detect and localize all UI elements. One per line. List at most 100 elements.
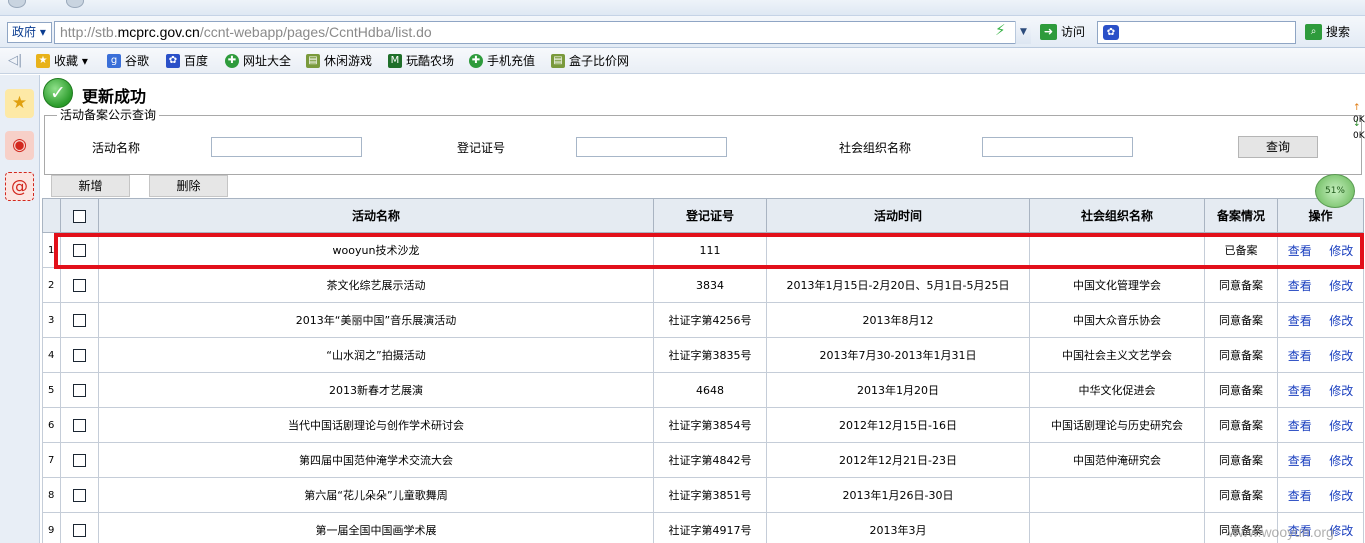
cell-select [60, 337, 99, 373]
fav-item-price[interactable]: ▤ 盒子比价网 [551, 52, 629, 70]
cell-org-name [1029, 232, 1205, 268]
cell-status: 同意备案 [1204, 337, 1278, 373]
cell-actions: 查看 修改 [1277, 442, 1364, 478]
cell-activity-time: 2013年3月 [766, 512, 1030, 543]
view-link[interactable]: 查看 [1288, 244, 1312, 258]
view-link[interactable]: 查看 [1288, 454, 1312, 468]
fav-item-recharge[interactable]: ✚ 手机充值 [469, 52, 535, 70]
row-checkbox[interactable] [73, 453, 86, 467]
cell-status: 同意备案 [1204, 267, 1278, 303]
row-checkbox[interactable] [73, 278, 86, 292]
table-row: 4 “山水润之”拍摄活动 社证字第3835号 2013年7月30-2013年1月31日… [42, 337, 1364, 373]
speed-mode-icon[interactable]: ⚡ [995, 22, 1009, 39]
side-panel: ★ ◉ @ [0, 75, 40, 543]
browser-forward-icon[interactable] [66, 0, 84, 8]
row-checkbox[interactable] [73, 243, 86, 257]
zone-dropdown[interactable]: 政府 ▾ [7, 22, 52, 43]
edit-link[interactable]: 修改 [1329, 489, 1353, 503]
page-icon: ▤ [551, 54, 565, 68]
edit-link[interactable]: 修改 [1329, 384, 1353, 398]
select-all-checkbox[interactable] [73, 209, 86, 223]
fav-item-google[interactable]: g 谷歌 [107, 52, 149, 70]
org-name-input[interactable] [982, 137, 1133, 157]
cell-org-name: 中国文化管理学会 [1029, 267, 1205, 303]
table-row: 8 第六届“花儿朵朵”儿童歌舞周 社证字第3851号 2013年1月26日-30日 同意… [42, 477, 1364, 513]
cell-activity-name: wooyun技术沙龙 [98, 232, 654, 268]
view-link[interactable]: 查看 [1288, 419, 1312, 433]
add-button[interactable]: 新增 [51, 175, 130, 197]
globe-icon: ✚ [469, 54, 483, 68]
cell-actions: 查看 修改 [1277, 372, 1364, 408]
url-history-dropdown[interactable]: ▼ [1015, 21, 1031, 44]
fav-item-sites[interactable]: ✚ 网址大全 [225, 52, 291, 70]
row-checkbox[interactable] [73, 348, 86, 362]
cell-select [60, 442, 99, 478]
search-input[interactable]: ✿ [1097, 21, 1296, 44]
row-checkbox[interactable] [73, 313, 86, 327]
edit-link[interactable]: 修改 [1329, 419, 1353, 433]
baidu-paw-icon[interactable]: ✿ [1103, 25, 1119, 40]
edit-link[interactable]: 修改 [1329, 349, 1353, 363]
browser-title-strip [0, 0, 1365, 16]
browser-back-icon[interactable] [8, 0, 26, 8]
table-row: 7 第四届中国范仲淹学术交流大会 社证字第4842号 2012年12月21日-23日中… [42, 442, 1364, 478]
cell-index: 1 [42, 232, 61, 268]
cell-activity-time: 2012年12月21日-23日 [766, 442, 1030, 478]
action-spacer [1312, 455, 1329, 468]
fav-label: 谷歌 [125, 54, 150, 68]
delete-button[interactable]: 删除 [149, 175, 228, 197]
edit-link[interactable]: 修改 [1329, 314, 1353, 328]
view-link[interactable]: 查看 [1288, 384, 1312, 398]
edit-link[interactable]: 修改 [1329, 454, 1353, 468]
reg-no-input[interactable] [576, 137, 727, 157]
view-link[interactable]: 查看 [1288, 314, 1312, 328]
cell-activity-name: 茶文化综艺展示活动 [98, 267, 654, 303]
favorites-star-icon[interactable]: ★ [5, 89, 34, 118]
network-speed-gauge[interactable]: 51% [1315, 174, 1355, 208]
go-button[interactable]: ➜ 访问 [1040, 22, 1085, 43]
cell-actions: 查看 修改 [1277, 407, 1364, 443]
row-checkbox[interactable] [73, 523, 86, 537]
action-spacer [1312, 315, 1329, 328]
view-link[interactable]: 查看 [1288, 349, 1312, 363]
cell-select [60, 302, 99, 338]
view-link[interactable]: 查看 [1288, 489, 1312, 503]
query-button[interactable]: 查询 [1238, 136, 1318, 158]
cell-reg-no: 社证字第3851号 [653, 477, 767, 513]
row-checkbox[interactable] [73, 488, 86, 502]
header-activity-name: 活动名称 [98, 198, 654, 233]
mail-icon[interactable]: @ [5, 172, 34, 201]
table-row: 6 当代中国话剧理论与创作学术研讨会 社证字第3854号 2012年12月15日-16… [42, 407, 1364, 443]
cell-activity-name: 2013年“美丽中国”音乐展演活动 [98, 302, 654, 338]
action-spacer [1312, 420, 1329, 433]
edit-link[interactable]: 修改 [1329, 279, 1353, 293]
row-checkbox[interactable] [73, 383, 86, 397]
header-actions: 操作 [1277, 198, 1364, 233]
fav-item-baidu[interactable]: ✿ 百度 [166, 52, 208, 70]
cell-actions: 查看 修改 [1277, 267, 1364, 303]
cell-reg-no: 社证字第4917号 [653, 512, 767, 543]
cell-select [60, 512, 99, 543]
view-link[interactable]: 查看 [1288, 279, 1312, 293]
activity-table: 活动名称 登记证号 活动时间 社会组织名称 备案情况 操作 1 wooyun技术沙… [42, 198, 1364, 543]
url-input[interactable]: http://stb.mcprc.gov.cn/ccnt-webapp/page… [54, 21, 1031, 44]
sidebar-toggle-icon[interactable]: ◁| [8, 53, 22, 68]
cell-index: 7 [42, 442, 61, 478]
activity-name-input[interactable] [211, 137, 362, 157]
search-button[interactable]: ⌕ 搜索 [1305, 22, 1350, 43]
cell-reg-no: 社证字第4842号 [653, 442, 767, 478]
go-arrow-icon: ➜ [1040, 24, 1057, 40]
fav-item-collect[interactable]: ★ 收藏 ▾ [36, 52, 88, 70]
cell-select [60, 477, 99, 513]
row-checkbox[interactable] [73, 418, 86, 432]
header-status: 备案情况 [1204, 198, 1278, 233]
cell-org-name [1029, 512, 1205, 543]
fav-item-farm[interactable]: M 玩酷农场 [388, 52, 454, 70]
cell-reg-no: 111 [653, 232, 767, 268]
edit-link[interactable]: 修改 [1329, 244, 1353, 258]
cell-status: 同意备案 [1204, 372, 1278, 408]
table-header-row: 活动名称 登记证号 活动时间 社会组织名称 备案情况 操作 [42, 198, 1364, 233]
fav-item-games[interactable]: ▤ 休闲游戏 [306, 52, 372, 70]
weibo-icon[interactable]: ◉ [5, 131, 34, 160]
fav-label: 百度 [184, 54, 209, 68]
